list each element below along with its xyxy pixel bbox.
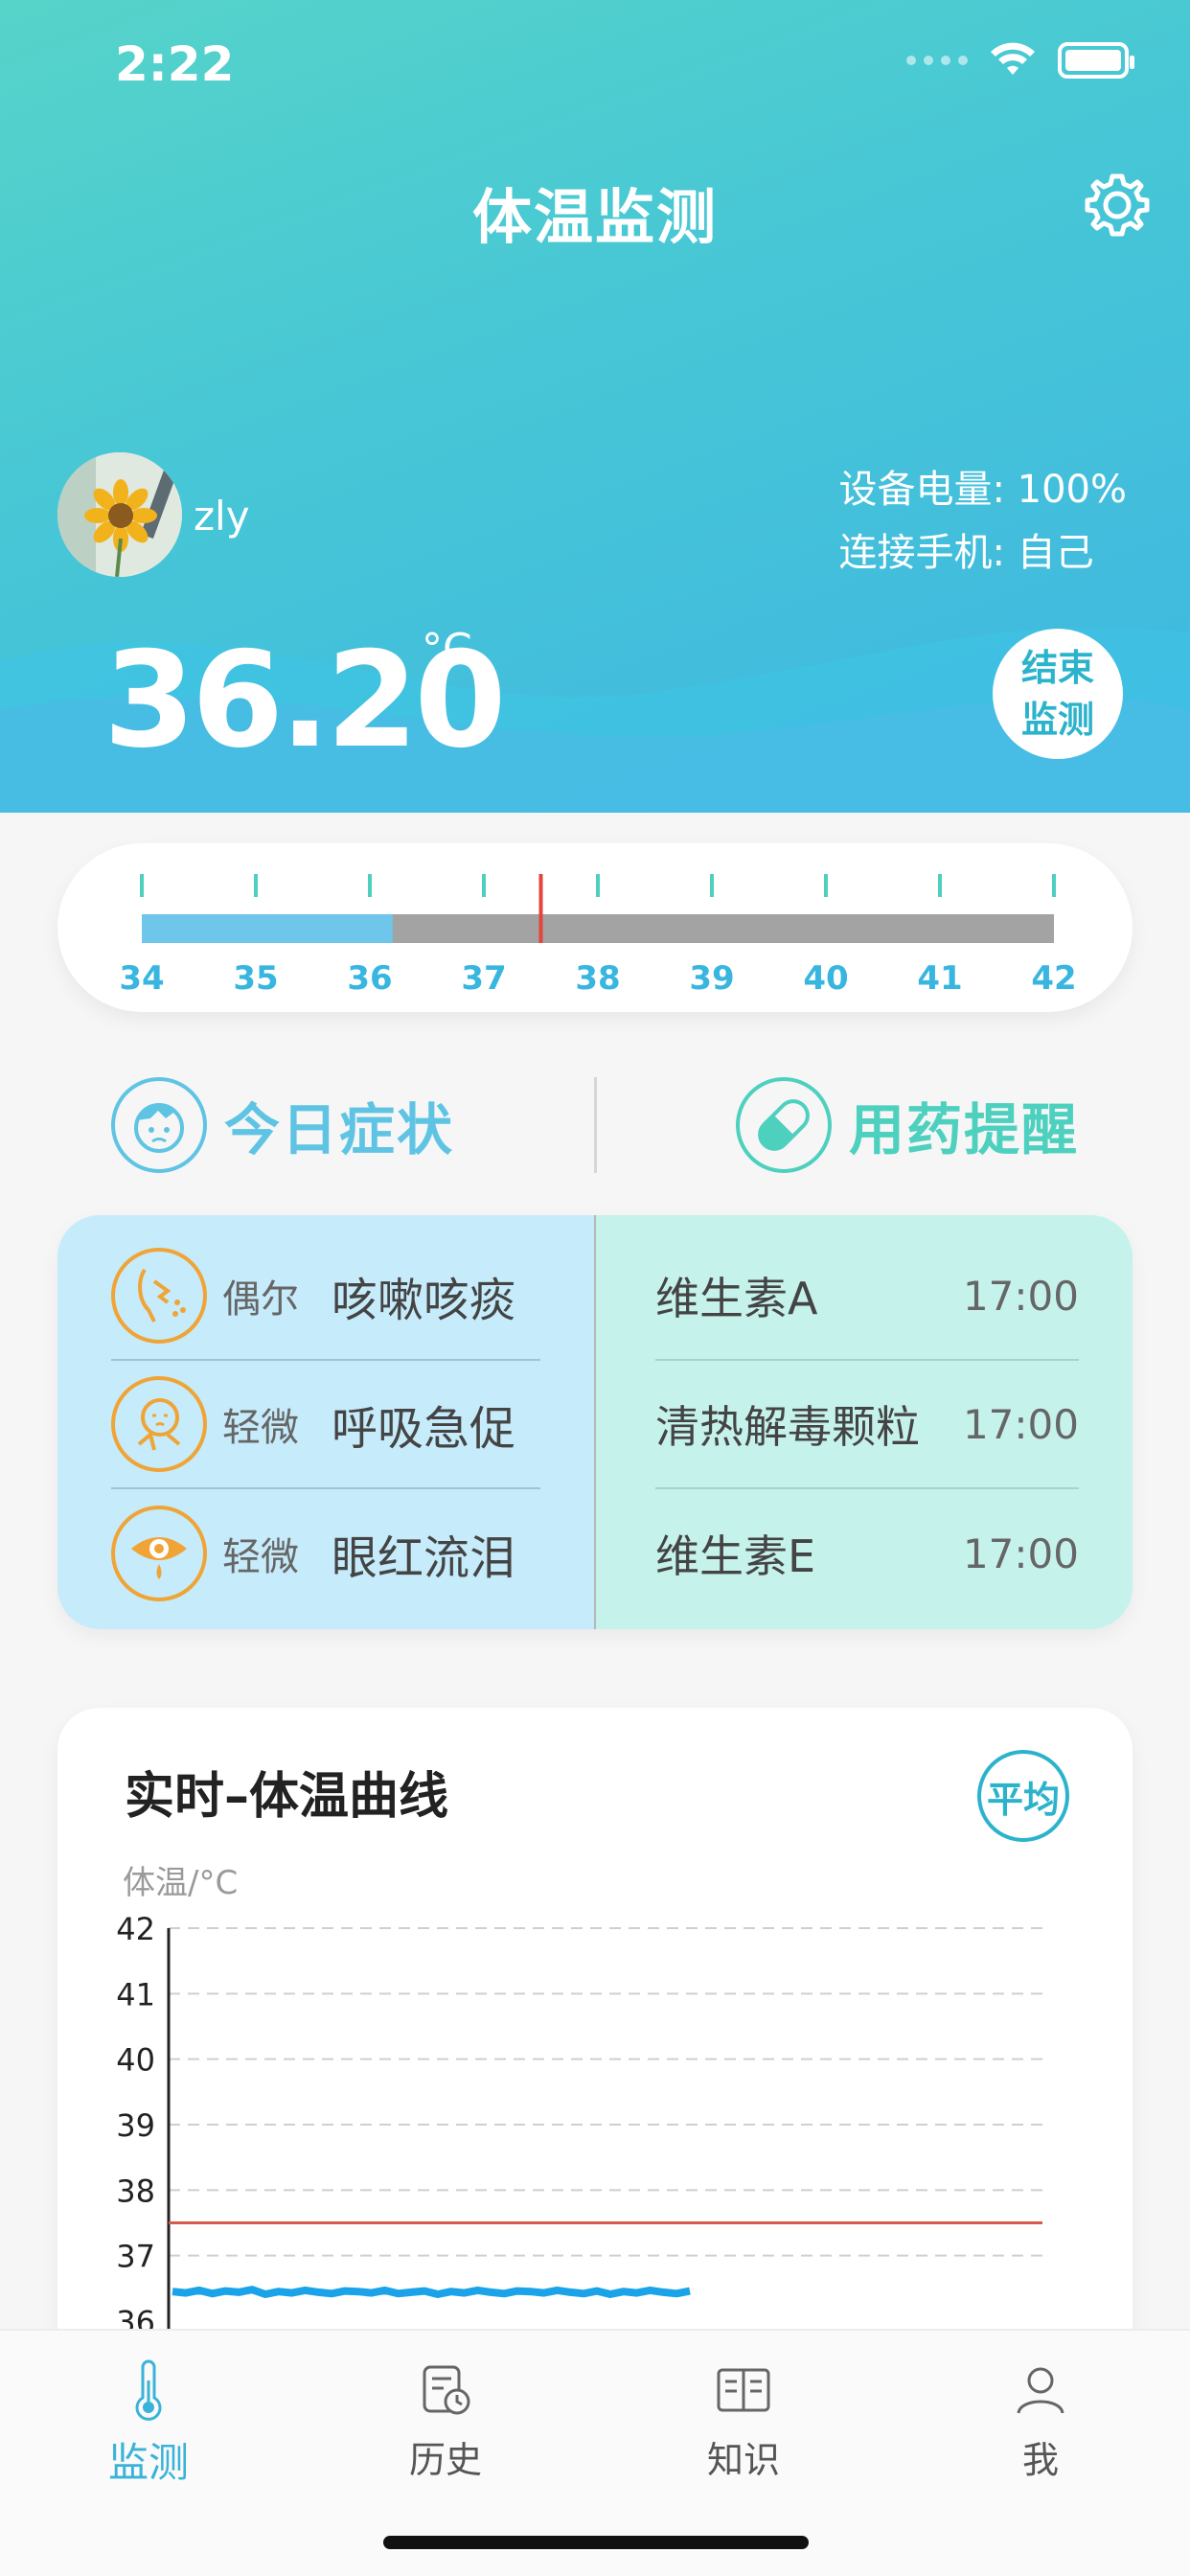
tab-label: 历史 [408, 2439, 482, 2481]
gauge-fill [142, 914, 393, 943]
face-icon [111, 1077, 207, 1173]
symptom-name: 眼红流泪 [332, 1531, 516, 1585]
tab-history[interactable]: 历史 [350, 2359, 541, 2483]
symptoms-heading[interactable]: 今日症状 [111, 1077, 454, 1173]
home-indicator[interactable] [383, 2536, 809, 2549]
eye-icon [111, 1506, 207, 1601]
gauge-scale: 34 35 36 37 38 39 40 41 42 [119, 874, 1077, 998]
thermometer-icon [118, 2359, 179, 2421]
book-icon [713, 2359, 774, 2421]
tab-label: 我 [1021, 2439, 1059, 2481]
symptoms-list: 偶尔 咳嗽咳痰 轻微 呼吸急促 轻微 眼红流泪 [57, 1215, 594, 1629]
average-button[interactable]: 平均 [977, 1750, 1069, 1842]
status-time: 2:22 [115, 36, 235, 92]
chart-title: 实时–体温曲线 [125, 1768, 449, 1826]
medication-row[interactable]: 清热解毒颗粒 17:00 [655, 1361, 1079, 1489]
medication-list: 维生素A 17:00 清热解毒颗粒 17:00 维生素E 17:00 [594, 1215, 1133, 1629]
pill-icon [736, 1077, 832, 1173]
symptom-name: 咳嗽咳痰 [332, 1274, 516, 1327]
temperature-chart-card: 体温/°C 42 41 40 39 38 37 36 实时–体温曲线 平均 [57, 1708, 1133, 2436]
tab-label: 知识 [706, 2439, 780, 2481]
tab-profile[interactable]: 我 [945, 2359, 1136, 2483]
device-info: 设备电量: 100% 连接手机: 自己 [838, 458, 1127, 585]
tab-knowledge[interactable]: 知识 [648, 2359, 839, 2483]
y-tick-label: 38 [116, 2173, 155, 2209]
symptom-row[interactable]: 轻微 眼红流泪 [111, 1489, 540, 1618]
section-headings: 今日症状 用药提醒 [0, 1073, 1190, 1179]
history-icon [415, 2359, 476, 2421]
gauge-tick-label: 41 [917, 959, 962, 998]
y-tick-label: 40 [116, 2042, 155, 2079]
gauge-tick-label: 40 [803, 959, 848, 998]
connected-phone-text: 连接手机: 自己 [838, 531, 1094, 575]
temperature-gauge: 34 35 36 37 38 39 40 41 42 [57, 843, 1133, 1012]
tab-monitor[interactable]: 监测 [53, 2359, 244, 2489]
medication-row[interactable]: 维生素E 17:00 [655, 1489, 1079, 1618]
gauge-tick-label: 34 [119, 959, 164, 998]
symptom-row[interactable]: 偶尔 咳嗽咳痰 [111, 1232, 540, 1361]
medication-heading-label: 用药提醒 [849, 1097, 1080, 1162]
gauge-tick-label: 42 [1031, 959, 1076, 998]
medication-time: 17:00 [962, 1530, 1079, 1577]
signal-dots-icon [906, 56, 968, 65]
gauge-tick-label: 36 [347, 959, 392, 998]
tab-label: 监测 [107, 2439, 189, 2486]
settings-gear-icon[interactable] [1083, 171, 1152, 240]
symptom-level: 轻微 [222, 1535, 299, 1579]
cough-icon [111, 1248, 207, 1344]
y-tick-label: 37 [116, 2239, 155, 2275]
symptom-level: 偶尔 [222, 1277, 299, 1322]
status-indicators [906, 42, 1134, 79]
breath-icon [111, 1376, 207, 1472]
symptoms-medication-card: 偶尔 咳嗽咳痰 轻微 呼吸急促 轻微 眼红流泪 维生素A 17:00 清热解毒颗… [57, 1215, 1133, 1629]
medication-row[interactable]: 维生素A 17:00 [655, 1232, 1079, 1361]
y-tick-label: 41 [116, 1976, 155, 2012]
symptom-level: 轻微 [222, 1406, 299, 1450]
medication-heading[interactable]: 用药提醒 [736, 1077, 1079, 1173]
gauge-tick-label: 37 [461, 959, 506, 998]
symptom-name: 呼吸急促 [332, 1402, 516, 1456]
y-axis-label: 体温/°C [123, 1864, 238, 1902]
temperature-unit: °C [422, 625, 472, 674]
temperature-series-line [172, 2286, 691, 2298]
end-button-line2: 监测 [1020, 699, 1094, 741]
gauge-tick-label: 35 [233, 959, 278, 998]
medication-name: 维生素A [655, 1273, 818, 1324]
medication-time: 17:00 [962, 1400, 1079, 1448]
symptom-row[interactable]: 轻微 呼吸急促 [111, 1361, 540, 1489]
gauge-tick-label: 38 [575, 959, 620, 998]
section-divider [594, 1077, 597, 1173]
header: 2:22 体温监测 zly 设备电量: 100% 连接手机: 自己 36.20 … [0, 0, 1190, 813]
page-title: 体温监测 [471, 182, 718, 252]
medication-time: 17:00 [962, 1272, 1079, 1320]
y-tick-label: 42 [116, 1911, 155, 1947]
avatar[interactable] [57, 452, 182, 577]
profile-icon [1010, 2359, 1071, 2421]
end-button-line1: 结束 [1020, 647, 1094, 689]
battery-level-text: 设备电量: 100% [838, 468, 1127, 512]
end-monitoring-button[interactable]: 结束 监测 [993, 629, 1123, 759]
symptoms-heading-label: 今日症状 [224, 1097, 455, 1162]
wifi-icon [991, 42, 1035, 75]
username: zly [194, 493, 250, 540]
sunflower-avatar-icon [57, 452, 182, 577]
gauge-tick-label: 39 [689, 959, 734, 998]
battery-icon [1058, 42, 1134, 79]
medication-name: 清热解毒颗粒 [655, 1401, 920, 1453]
medication-name: 维生素E [655, 1530, 816, 1582]
y-tick-label: 39 [116, 2107, 155, 2144]
